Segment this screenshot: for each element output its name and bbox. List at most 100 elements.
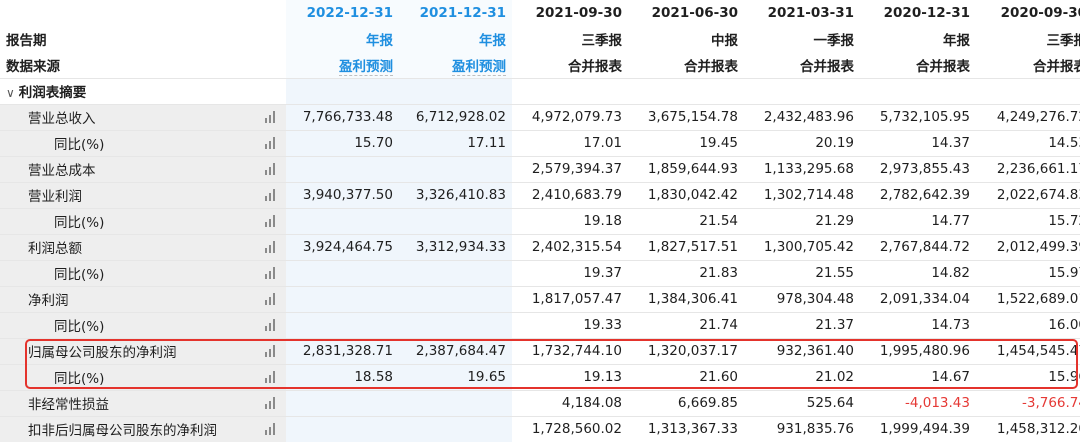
data-source-2: 合并报表 [568, 58, 622, 75]
table-cell: 5,732,105.95 [860, 103, 976, 130]
row-label: 扣非后归属母公司股东的净利润 [0, 415, 254, 442]
chart-button[interactable] [254, 181, 286, 208]
table-cell: 19.33 [512, 311, 628, 338]
row-label: 同比(%) [0, 207, 254, 234]
table-cell: 3,924,464.75 [286, 233, 399, 260]
bar-chart-icon[interactable] [265, 345, 275, 357]
bar-chart-icon[interactable] [265, 423, 275, 436]
row-label: 营业总成本 [0, 155, 254, 182]
chart-button[interactable] [254, 337, 286, 364]
table-cell: 2,579,394.37 [512, 155, 628, 182]
section-income-summary[interactable]: ∨ 利润表摘要 [0, 77, 1080, 104]
table-cell [399, 415, 512, 442]
row-label: 营业总收入 [0, 103, 254, 130]
bar-chart-icon[interactable] [265, 111, 275, 123]
table-cell: 21.37 [744, 311, 860, 338]
table-cell: 21.74 [628, 311, 744, 338]
bar-chart-icon[interactable] [265, 397, 275, 409]
table-cell: 1,320,037.17 [628, 337, 744, 364]
bar-chart-icon[interactable] [265, 137, 275, 149]
table-cell: 1,384,306.41 [628, 285, 744, 312]
table-row: 归属母公司股东的净利润 2,831,328.71 2,387,684.47 1,732… [0, 337, 1080, 364]
row-label: 同比(%) [0, 259, 254, 286]
table-cell: 1,313,367.33 [628, 415, 744, 442]
bar-chart-icon[interactable] [265, 371, 275, 383]
row-label: 同比(%) [0, 311, 254, 338]
table-row: 同比(%) 19.1821.5421.2914.7715.72 [0, 207, 1080, 234]
chart-button[interactable] [254, 129, 286, 156]
bar-chart-icon[interactable] [265, 293, 275, 305]
data-source-6: 合并报表 [1033, 58, 1080, 75]
period-date-0[interactable]: 2022-12-31 [286, 0, 399, 26]
forecast-link[interactable]: 盈利预测 [452, 58, 506, 76]
table-cell: 18.58 [286, 363, 399, 390]
chart-button[interactable] [254, 103, 286, 130]
chart-button[interactable] [254, 155, 286, 182]
table-cell: 2,432,483.96 [744, 103, 860, 130]
section-title-cell[interactable]: ∨ 利润表摘要 [0, 77, 254, 104]
table-cell: 3,312,934.33 [399, 233, 512, 260]
report-period-label: 报告期 [6, 33, 47, 49]
table-cell: 14.73 [860, 311, 976, 338]
chevron-down-icon[interactable]: ∨ [6, 86, 15, 100]
table-cell: 6,669.85 [628, 389, 744, 416]
table-row: 同比(%) 19.3321.7421.3714.7316.00 [0, 311, 1080, 338]
table-cell: 2,387,684.47 [399, 337, 512, 364]
table-cell: 6,712,928.02 [399, 103, 512, 130]
bar-chart-icon[interactable] [265, 267, 275, 279]
chart-button[interactable] [254, 311, 286, 338]
row-label: 营业利润 [0, 181, 254, 208]
period-date-2[interactable]: 2021-09-30 [512, 0, 628, 26]
table-cell: 1,830,042.42 [628, 181, 744, 208]
table-cell: 978,304.48 [744, 285, 860, 312]
table-cell [286, 389, 399, 416]
table-cell: 1,995,480.96 [860, 337, 976, 364]
bar-chart-icon[interactable] [265, 319, 275, 331]
table-cell: 15.96 [976, 363, 1080, 390]
table-cell: 21.29 [744, 207, 860, 234]
bar-chart-icon[interactable] [265, 215, 275, 227]
period-date-1[interactable]: 2021-12-31 [399, 0, 512, 26]
table-cell: 3,326,410.83 [399, 181, 512, 208]
table-cell: 21.02 [744, 363, 860, 390]
chart-button[interactable] [254, 207, 286, 234]
chart-button[interactable] [254, 363, 286, 390]
table-cell: 2,022,674.83 [976, 181, 1080, 208]
table-cell: 21.54 [628, 207, 744, 234]
chart-button[interactable] [254, 285, 286, 312]
table-cell: 19.45 [628, 129, 744, 156]
period-date-6[interactable]: 2020-09-30 [976, 0, 1080, 26]
data-source-1[interactable]: 盈利预测 [399, 52, 512, 78]
bar-chart-icon[interactable] [265, 189, 275, 201]
chart-button[interactable] [254, 233, 286, 260]
table-cell: 1,458,312.20 [976, 415, 1080, 442]
table-row: 营业总成本 2,579,394.37 1,859,644.93 1,133,295.6… [0, 155, 1080, 182]
row-label: 同比(%) [0, 363, 254, 390]
table-cell: 2,012,499.39 [976, 233, 1080, 260]
report-type-3: 中报 [711, 33, 738, 49]
chart-button[interactable] [254, 259, 286, 286]
row-label: 非经常性损益 [0, 389, 254, 416]
bar-chart-icon[interactable] [265, 241, 275, 253]
period-date-5[interactable]: 2020-12-31 [860, 0, 976, 26]
row-label: 净利润 [0, 285, 254, 312]
data-source-0[interactable]: 盈利预测 [286, 52, 399, 78]
header-row-dates: 2022-12-31 2021-12-31 2021-09-30 2021-06… [0, 0, 1080, 26]
chart-button[interactable] [254, 389, 286, 416]
table-cell [399, 285, 512, 312]
section-title: 利润表摘要 [18, 85, 87, 101]
header-corner [0, 0, 254, 26]
table-cell: 1,133,295.68 [744, 155, 860, 182]
table-cell [286, 155, 399, 182]
forecast-link[interactable]: 盈利预测 [339, 58, 393, 76]
table-cell: 4,972,079.73 [512, 103, 628, 130]
table-cell [286, 259, 399, 286]
report-type-4: 一季报 [813, 33, 855, 49]
bar-chart-icon[interactable] [265, 163, 275, 175]
table-row: 利润总额 3,924,464.75 3,312,934.33 2,402,315.54… [0, 233, 1080, 260]
period-date-4[interactable]: 2021-03-31 [744, 0, 860, 26]
chart-button[interactable] [254, 415, 286, 442]
header-row-source: 数据来源 盈利预测 盈利预测 合并报表 合并报表 合并报表 合并报表 合并报表 [0, 52, 1080, 78]
table-row: 同比(%) 18.5819.6519.1321.6021.0214.6715.96 [0, 363, 1080, 390]
period-date-3[interactable]: 2021-06-30 [628, 0, 744, 26]
